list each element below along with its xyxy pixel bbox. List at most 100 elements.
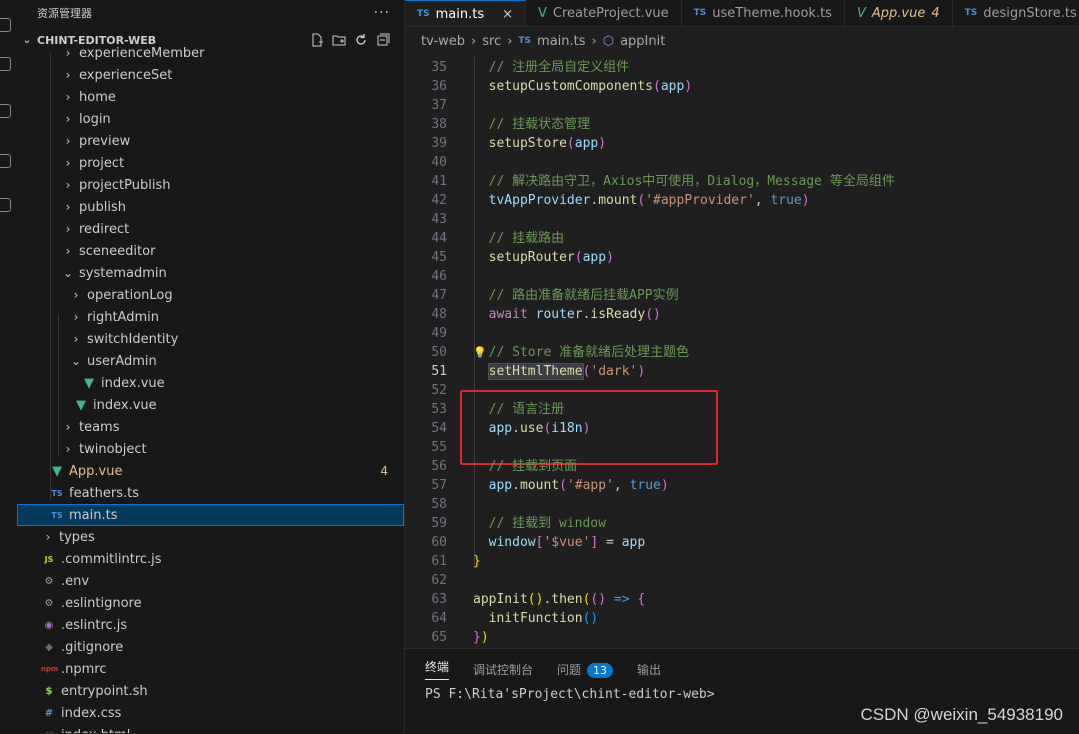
file-item[interactable]: TS feathers.ts [17,482,404,504]
file-item[interactable]: ⚙ .env [17,570,404,592]
breadcrumb-item[interactable]: main.ts [537,34,585,49]
folder-item[interactable]: › redirect [17,218,404,240]
folder-item[interactable]: › operationLog [17,284,404,306]
panel-tab[interactable]: 输出 [637,661,661,678]
file-item[interactable]: ⚙ .eslintignore [17,592,404,614]
folder-item[interactable]: › teams [17,416,404,438]
line-number: 38 [431,117,447,132]
tab-label: main.ts [435,6,485,22]
code-line: 52 [405,381,1079,400]
run-debug-icon[interactable] [0,154,11,168]
item-label: .npmrc [61,661,107,677]
line-number: 60 [431,535,447,550]
settings-file-icon: ⚙ [44,597,54,609]
folder-item[interactable]: ⌄ systemadmin [17,262,404,284]
code-editor[interactable]: 35 // 注册全局自定义组件 36 setupCustomComponents(… [405,57,1079,648]
panel-tab[interactable]: 问题 13 [557,661,614,678]
activity-bar [0,0,18,733]
code-token: use [519,421,544,436]
item-label: systemadmin [79,265,167,281]
breadcrumb: tv-web › src › TS main.ts › ⬡ appInit [405,27,1079,55]
more-actions-button[interactable]: ··· [374,5,390,21]
editor-tab[interactable]: V App.vue 4 [845,0,953,26]
breadcrumb-item[interactable]: appInit [620,34,665,49]
chevron-right-icon: › [65,156,71,170]
panel-tab-label: 输出 [637,662,662,677]
file-item[interactable]: TS main.ts [17,504,404,526]
item-label: publish [79,199,126,215]
code-text: setupCustomComponents(app) [473,77,693,96]
folder-item[interactable]: › project [17,152,404,174]
code-token: app [473,478,513,493]
folder-item[interactable]: › projectPublish [17,174,404,196]
item-label: teams [79,419,120,435]
folder-item[interactable]: › rightAdmin [17,306,404,328]
line-number: 58 [431,497,447,512]
editor-tab[interactable]: V CreateProject.vue [526,0,682,26]
code-text: await router.isReady() [473,305,661,324]
folder-item[interactable]: › types [17,526,404,548]
chevron-right-icon: › [507,33,513,49]
terminal-prompt[interactable]: PS F:\Rita'sProject\chint-editor-web> [425,687,715,702]
chevron-right-icon: › [73,288,79,302]
file-item[interactable]: ◉ .eslintrc.js [17,614,404,636]
file-item[interactable]: <>index.html [17,724,404,734]
folder-item[interactable]: › switchIdentity [17,328,404,350]
item-label: types [59,529,95,545]
code-token: // 注册全局自定义组件 [473,60,630,75]
code-line: 46 [405,267,1079,286]
code-line: 55 [405,438,1079,457]
folder-item[interactable]: › preview [17,130,404,152]
folder-item[interactable]: › sceneeditor [17,240,404,262]
file-item[interactable]: # index.css [17,702,404,724]
code-text: setupRouter(app) [473,248,614,267]
line-number: 40 [431,155,447,170]
extensions-icon[interactable] [0,198,11,212]
file-item[interactable]: ▼ index.vue [17,372,404,394]
code-token: // 解决路由守卫，Axios中可使用，Dialog，Message 等全局组件 [473,174,895,189]
line-number: 57 [431,478,447,493]
editor-tab[interactable]: TS designStore.ts [953,0,1079,26]
file-item[interactable]: npm .npmrc [17,658,404,680]
lightbulb-icon[interactable]: 💡 [473,343,487,362]
code-token: ) [480,630,489,645]
panel-tab[interactable]: 终端 [425,658,450,680]
folder-item[interactable]: › experienceSet [17,64,404,86]
file-item[interactable]: ◆ .gitignore [17,636,404,658]
item-label: userAdmin [87,353,157,369]
typescript-file-icon: TS [417,9,430,19]
folder-item[interactable]: › twinobject [17,438,404,460]
editor-tab[interactable]: TS useTheme.hook.ts [682,0,845,26]
close-icon[interactable]: × [502,7,513,22]
line-number: 56 [431,459,447,474]
chevron-right-icon: › [73,310,79,324]
explorer-icon[interactable] [0,18,11,32]
folder-item[interactable]: › login [17,108,404,130]
breadcrumb-item[interactable]: src [482,34,501,49]
breadcrumb-item[interactable]: tv-web [421,34,465,49]
folder-item[interactable]: ⌄ userAdmin [17,350,404,372]
item-label: .gitignore [61,639,124,655]
code-line: 42 tvAppProvider.mount('#appProvider', t… [405,191,1079,210]
code-token: ) [637,364,646,379]
file-item[interactable]: JS .commitlintrc.js [17,548,404,570]
code-text: // 挂载状态管理 [473,115,591,134]
line-number: 61 [431,554,447,569]
file-item[interactable]: ▼ index.vue [17,394,404,416]
code-text: // 挂载到页面 [473,457,578,476]
search-icon[interactable] [0,57,11,71]
panel-tab[interactable]: 调试控制台 [473,661,533,678]
folder-item[interactable]: › home [17,86,404,108]
folder-item[interactable]: › publish [17,196,404,218]
file-item[interactable]: $ entrypoint.sh [17,680,404,702]
file-tree: › experienceMember › experienceSet › home › log… [17,46,404,734]
editor-tab[interactable]: TS main.ts × [405,0,527,26]
file-item[interactable]: ▼ App.vue 4 [17,460,404,482]
code-token: . [512,421,520,436]
typescript-file-icon: TS [51,488,63,498]
folder-item[interactable]: › experienceMember [17,42,404,64]
vue-file-icon: ▼ [76,397,86,413]
code-line: 50 // Store 准备就绪后处理主题色 💡 [405,343,1079,362]
source-control-icon[interactable] [0,104,11,118]
code-token: ) [801,193,810,208]
